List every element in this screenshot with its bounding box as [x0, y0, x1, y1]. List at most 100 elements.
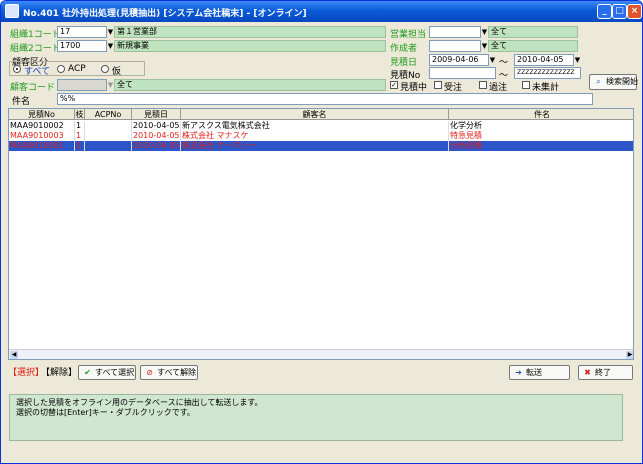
horizontal-scrollbar[interactable]: ◀ ▶ — [9, 349, 633, 359]
radio-acp[interactable] — [57, 65, 65, 73]
estimate-date-from[interactable]: 2009-04-06 — [429, 54, 489, 66]
cell-date: 2010-04-05 — [133, 141, 181, 151]
cell-branch: 1 — [75, 141, 85, 151]
cell-acp — [85, 121, 132, 131]
exit-button[interactable]: ✖ 終了 — [578, 365, 633, 380]
transfer-button[interactable]: ➔ 転送 — [509, 365, 570, 380]
org2-dropdown-icon[interactable]: ▼ — [107, 40, 114, 52]
cell-date: 2010-04-05 — [133, 131, 181, 141]
radio-temp-label[interactable]: 仮 — [112, 64, 121, 77]
date-to-dropdown-icon[interactable]: ▼ — [574, 54, 581, 66]
search-icon: ⌕ — [596, 77, 601, 86]
app-icon — [5, 4, 19, 18]
radio-all[interactable] — [13, 65, 21, 73]
sales-rep-label: 営業担当 — [390, 30, 427, 40]
estimate-date-to[interactable]: 2010-04-05 — [514, 54, 574, 66]
cell-customer: 株式会社 マナスケ — [181, 131, 449, 141]
check-ordered-label[interactable]: 受注 — [444, 80, 462, 93]
subject-input[interactable]: %% — [57, 93, 593, 105]
creator-name: 全て — [488, 40, 578, 52]
col-acp-no[interactable]: ACPNo — [85, 109, 132, 120]
sales-rep-input[interactable] — [429, 26, 481, 38]
cell-customer: 新アスクス電気株式会社 — [181, 121, 449, 131]
org2-code-input[interactable]: 1700 — [57, 40, 107, 52]
scroll-left-icon[interactable]: ◀ — [10, 351, 18, 359]
cell-subject: 特急見積 — [449, 131, 633, 141]
app-window: No.401 社外持出処理(見積抽出) [システム会社稿末] - [オンライン]… — [0, 0, 643, 464]
org1-dropdown-icon[interactable]: ▼ — [107, 26, 114, 38]
check-in-progress-label[interactable]: 見積中 — [400, 80, 427, 93]
cell-branch: 1 — [75, 121, 85, 131]
cell-customer: 株式会社 ケーマシー — [181, 141, 449, 151]
search-button[interactable]: ⌕ 検索開始 — [589, 74, 638, 90]
col-subject[interactable]: 件名 — [449, 109, 633, 120]
customer-code-input[interactable] — [57, 79, 107, 91]
select-mode-label[interactable]: 【選択】 — [8, 365, 44, 378]
title-bar: No.401 社外持出処理(見積抽出) [システム会社稿末] - [オンライン]… — [1, 1, 642, 22]
subject-label: 件名 — [12, 97, 31, 107]
search-button-label: 検索開始 — [606, 77, 638, 86]
estimate-no-from[interactable] — [429, 67, 496, 79]
cell-subject: 化学分析 — [449, 121, 633, 131]
release-all-label: すべて解除 — [157, 368, 197, 377]
check-over-label[interactable]: 過注 — [489, 80, 507, 93]
col-estimate-no[interactable]: 見積No — [9, 109, 75, 120]
table-row[interactable]: MAA9010003 1 2010-04-05 株式会社 マナスケ 特急見積 — [9, 131, 633, 141]
estimate-date-label: 見積日 — [390, 58, 418, 68]
checkmark-icon: ✔ — [84, 368, 91, 377]
date-tilde: ～ — [499, 58, 509, 68]
check-ordered[interactable] — [434, 81, 442, 89]
maximize-button[interactable]: □ — [612, 4, 627, 19]
cell-date: 2010-04-05 — [133, 121, 181, 131]
release-mode-label[interactable]: 【解除】 — [41, 365, 77, 378]
org2-name: 新規事業 — [114, 40, 386, 52]
org1-code-input[interactable]: 17 — [57, 26, 107, 38]
customer-dropdown-icon[interactable]: ▼ — [107, 79, 114, 91]
customer-code-label: 顧客コード — [10, 83, 56, 93]
creator-input[interactable] — [429, 40, 481, 52]
cell-no: MAA9010003 — [9, 131, 75, 141]
exit-label: 終了 — [595, 368, 611, 377]
transfer-icon: ➔ — [515, 368, 522, 377]
customer-name: 全て — [114, 79, 386, 91]
radio-acp-label[interactable]: ACP — [68, 64, 86, 74]
creator-label: 作成者 — [390, 44, 418, 54]
cell-acp — [85, 131, 132, 141]
org1-label: 組織1コード — [10, 30, 61, 40]
message-line-2: 選択の切替は[Enter]キー・ダブルクリックです。 — [16, 408, 195, 417]
close-button[interactable]: × — [627, 4, 642, 19]
sales-rep-dropdown-icon[interactable]: ▼ — [481, 26, 488, 38]
estimate-no-to[interactable]: ZZZZZZZZZZZZZZ — [514, 67, 581, 79]
radio-all-label[interactable]: すべて — [24, 64, 50, 77]
estimate-table[interactable]: 見積No 枝 ACPNo 見積日 顧客名 件名 MAA9010002 1 2010-… — [8, 108, 634, 360]
check-unaggregated[interactable] — [522, 81, 530, 89]
select-all-button[interactable]: ✔ すべて選択 — [78, 365, 136, 380]
close-x-icon: ✖ — [584, 368, 591, 377]
creator-dropdown-icon[interactable]: ▼ — [481, 40, 488, 52]
window-title: No.401 社外持出処理(見積抽出) [システム会社稿末] - [オンライン] — [23, 9, 307, 19]
col-branch[interactable]: 枝 — [75, 109, 85, 120]
release-all-button[interactable]: ⊘ すべて解除 — [140, 365, 198, 380]
check-in-progress[interactable]: ✓ — [390, 81, 398, 89]
col-date[interactable]: 見積日 — [132, 109, 181, 120]
transfer-label: 転送 — [526, 368, 542, 377]
message-line-1: 選択した見積をオフライン用のデータベースに抽出して転送します。 — [16, 398, 263, 407]
sales-rep-name: 全て — [488, 26, 578, 38]
table-row[interactable]: MAA9010001 1 2010-04-05 株式会社 ケーマシー 分析依頼 — [9, 141, 633, 151]
cell-no: MAA9010001 — [9, 141, 75, 151]
select-all-label: すべて選択 — [95, 368, 135, 377]
cell-branch: 1 — [75, 131, 85, 141]
cell-acp — [85, 141, 132, 151]
check-unaggregated-label[interactable]: 未集計 — [532, 80, 559, 93]
scroll-right-icon[interactable]: ▶ — [626, 351, 633, 359]
org2-label: 組織2コード — [10, 44, 61, 54]
col-customer[interactable]: 顧客名 — [181, 109, 449, 120]
cell-no: MAA9010002 — [9, 121, 75, 131]
minimize-button[interactable]: _ — [597, 4, 612, 19]
radio-temp[interactable] — [101, 65, 109, 73]
check-over[interactable] — [479, 81, 487, 89]
date-from-dropdown-icon[interactable]: ▼ — [489, 54, 496, 66]
cancel-icon: ⊘ — [146, 368, 153, 377]
table-row[interactable]: MAA9010002 1 2010-04-05 新アスクス電気株式会社 化学分析 — [9, 121, 633, 131]
cell-subject: 分析依頼 — [449, 141, 633, 151]
